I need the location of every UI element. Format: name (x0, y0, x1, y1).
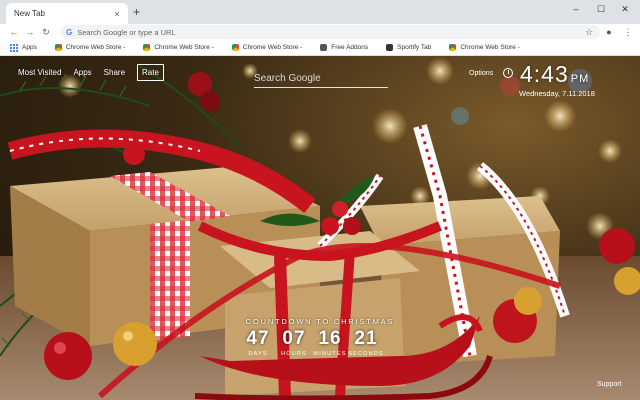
close-icon[interactable]: × (112, 9, 122, 19)
google-g-icon: G (66, 27, 73, 37)
chrome-icon (231, 44, 239, 51)
omnibox-input[interactable] (77, 27, 600, 37)
countdown-hours: 07 HOURS (281, 328, 307, 357)
maximize-icon[interactable]: ☐ (594, 4, 608, 15)
countdown-minutes: 16 MINUTES (313, 328, 347, 357)
clock-time: 4:43 PM (520, 61, 590, 87)
reload-icon[interactable]: ↻ (40, 26, 52, 38)
tab-title: New Tab (14, 9, 45, 18)
minimize-icon[interactable]: – (569, 4, 583, 14)
bookmark-chrome-web-store[interactable]: Chrome Web Store - (449, 44, 520, 51)
countdown-title: COUNTDOWN TO CHRISTMAS (245, 317, 395, 326)
countdown-seconds: 21 SECONDS (348, 328, 384, 357)
clock-icon[interactable] (503, 68, 513, 78)
profile-icon[interactable]: ● (603, 26, 615, 38)
tab-new-tab[interactable]: New Tab × (6, 3, 128, 24)
bookmark-chrome-web-store[interactable]: Chrome Web Store - (231, 44, 302, 51)
rate-button[interactable]: Rate (137, 64, 164, 81)
window-close-icon[interactable]: ✕ (618, 4, 632, 15)
share-link[interactable]: Share (104, 68, 125, 81)
browser-toolbar: ← → ↻ G ☆ ● ⋮ (0, 24, 640, 40)
chrome-icon (143, 44, 151, 51)
bookmark-free-addons[interactable]: Free Addons (320, 44, 368, 51)
tab-strip: New Tab × + – ☐ ✕ (0, 0, 640, 24)
apps-link[interactable]: Apps (73, 68, 91, 81)
countdown-days: 47 DAYS (246, 328, 270, 357)
most-visited-link[interactable]: Most Visited (18, 68, 61, 81)
bookmark-apps[interactable]: Apps (10, 43, 37, 52)
star-icon[interactable]: ☆ (583, 26, 595, 38)
bookmark-chrome-web-store[interactable]: Chrome Web Store - (143, 44, 214, 51)
chrome-icon (449, 44, 457, 51)
clock-date: Wednesday, 7.11.2018 (519, 89, 595, 98)
new-tab-page: Most Visited Apps Share Rate Options 4:4… (0, 56, 640, 400)
new-tab-button[interactable]: + (133, 6, 140, 18)
top-links: Most Visited Apps Share Rate (18, 64, 164, 81)
omnibox[interactable]: G (60, 25, 600, 39)
clock-ampm: PM (570, 73, 590, 85)
addons-icon (320, 44, 328, 51)
apps-grid-icon (10, 43, 18, 52)
support-link[interactable]: Support (597, 381, 622, 388)
countdown-timer: 47 DAYS 07 HOURS 16 MINUTES 21 SECONDS (244, 328, 384, 357)
forward-icon[interactable]: → (24, 26, 36, 38)
search-box (254, 68, 388, 88)
back-icon[interactable]: ← (8, 26, 20, 38)
chrome-icon (54, 44, 62, 51)
search-input[interactable] (254, 73, 388, 87)
bookmark-sportify-tab[interactable]: Sportify Tab (386, 44, 431, 51)
options-button[interactable]: Options (469, 70, 493, 77)
bookmark-chrome-web-store[interactable]: Chrome Web Store - (54, 44, 125, 51)
bookmarks-bar: Apps Chrome Web Store - Chrome Web Store… (0, 40, 640, 56)
tab-icon (386, 44, 394, 51)
menu-kebab-icon[interactable]: ⋮ (622, 26, 634, 38)
